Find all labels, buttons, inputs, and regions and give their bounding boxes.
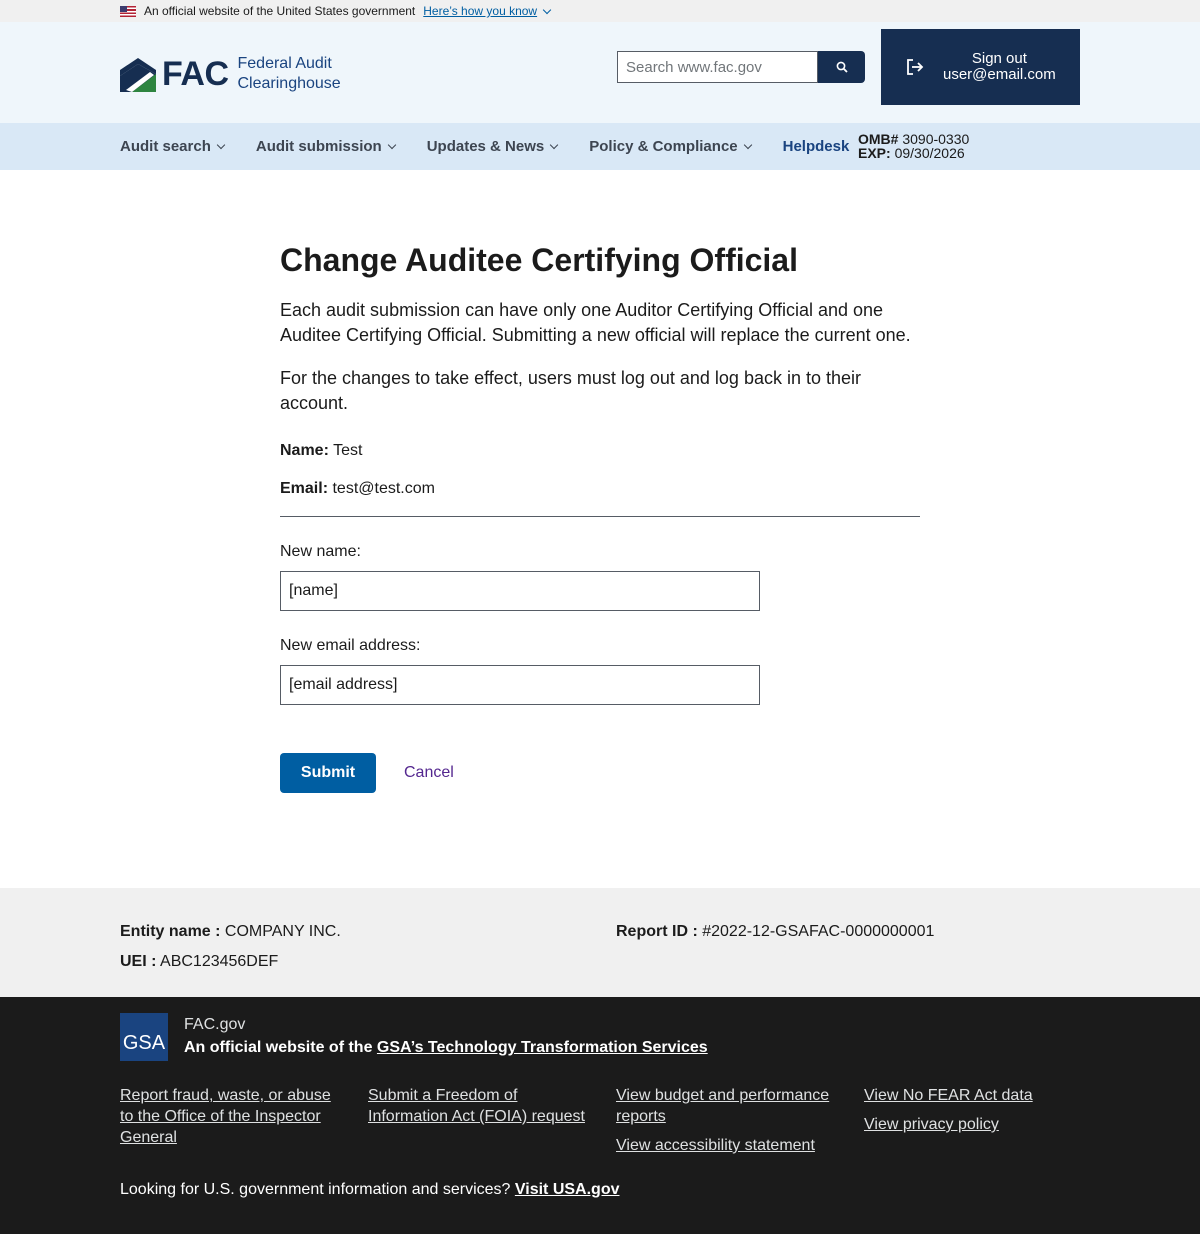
nav-policy-compliance[interactable]: Policy & Compliance [589,138,752,155]
primary-nav: Audit search Audit submission Updates & … [0,123,1200,170]
new-name-label: New name: [280,543,361,560]
chevron-down-icon [542,5,552,15]
omb-number: OMB# 3090-0330 EXP: 09/30/2026 [858,131,970,161]
report-fraud-link[interactable]: Report fraud, waste, or abuse to the Off… [120,1085,335,1148]
logout-notice-paragraph: For the changes to take effect, users mu… [280,368,862,413]
site-footer: GSA FAC.gov An official website of the G… [0,997,1200,1234]
chevron-down-icon [216,140,226,149]
us-flag-icon [120,5,136,17]
sign-out-button[interactable]: Sign out user@email.com [881,29,1080,105]
logo-fac-text: FAC [162,55,229,93]
chevron-down-icon [387,140,396,149]
search-icon [836,61,848,73]
cancel-link[interactable]: Cancel [404,764,454,782]
report-id: Report ID : #2022-12-GSAFAC-0000000001 [616,923,935,940]
main-content: Change Auditee Certifying Official Each … [280,240,920,793]
submit-button[interactable]: Submit [280,753,376,793]
tts-link[interactable]: GSA’s Technology Transformation Services [377,1039,708,1056]
foia-request-link[interactable]: Submit a Freedom of Information Act (FOI… [368,1085,588,1127]
fac-house-logo-icon [120,58,156,92]
privacy-policy-link[interactable]: View privacy policy [864,1114,999,1135]
gov-banner: An official website of the United States… [0,0,1200,22]
budget-performance-link[interactable]: View budget and performance reports [616,1085,836,1127]
gov-banner-text: An official website of the United States… [144,4,416,18]
logout-icon [907,59,924,75]
heres-how-you-know-link[interactable]: Here’s how you know [423,4,552,18]
nav-audit-submission[interactable]: Audit submission [256,138,396,155]
accessibility-statement-link[interactable]: View accessibility statement [616,1135,815,1156]
footer-official-statement: An official website of the GSA’s Technol… [184,1039,708,1056]
page-title: Change Auditee Certifying Official [280,242,798,278]
new-email-input[interactable] [280,665,760,705]
usa-gov-prompt: Looking for U.S. government information … [120,1181,620,1198]
gsa-logo[interactable]: GSA [120,1013,168,1061]
nav-audit-search[interactable]: Audit search [120,138,226,155]
visit-usa-gov-link[interactable]: Visit USA.gov [515,1181,620,1198]
current-name: Name: Test [280,442,363,459]
intro-paragraph: Each audit submission can have only one … [280,300,911,345]
site-search [617,51,865,83]
site-header: FAC Federal Audit Clearinghouse Sign out… [0,22,1200,123]
nav-helpdesk[interactable]: Helpdesk [783,138,850,155]
nav-updates-news[interactable]: Updates & News [427,138,559,155]
current-email: Email: test@test.com [280,480,435,497]
search-button[interactable] [818,51,865,83]
sign-out-label: Sign out user@email.com [943,50,1056,83]
submission-summary: Entity name : COMPANY INC. UEI : ABC1234… [0,888,1200,997]
fac-logo[interactable]: FAC Federal Audit Clearinghouse [120,54,341,94]
entity-name: Entity name : COMPANY INC. [120,923,341,940]
footer-site-name: FAC.gov [184,1016,246,1033]
divider [280,516,920,517]
chevron-down-icon [743,140,752,149]
no-fear-act-link[interactable]: View No FEAR Act data [864,1085,1033,1106]
uei: UEI : ABC123456DEF [120,953,279,970]
form-actions: Submit Cancel [280,753,920,793]
search-input[interactable] [617,51,818,83]
new-name-input[interactable] [280,571,760,611]
chevron-down-icon [550,140,559,149]
logo-full-name: Federal Audit Clearinghouse [237,55,341,92]
new-email-label: New email address: [280,637,421,654]
